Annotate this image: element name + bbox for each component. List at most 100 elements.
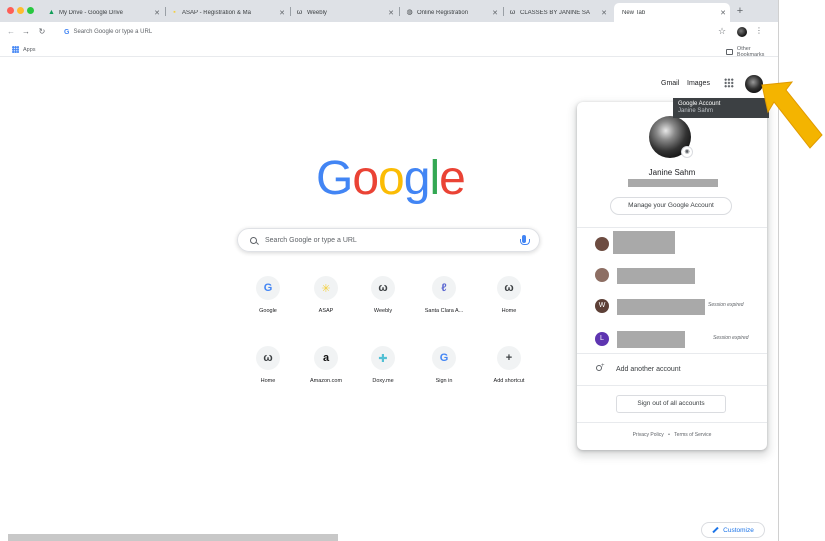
apps-bookmark[interactable]: Apps <box>12 46 36 53</box>
logo-letter: l <box>429 152 440 205</box>
apps-grid-icon <box>12 46 19 53</box>
redacted-email <box>628 179 718 187</box>
new-tab-button[interactable]: + <box>734 3 746 19</box>
manage-account-button[interactable]: Manage your Google Account <box>610 197 732 215</box>
logo-letter: G <box>316 152 353 205</box>
logo-letter: o <box>352 152 379 205</box>
tab-asap[interactable]: ▪ ASAP - Registration & Ma ✕ <box>167 3 289 22</box>
omnibox[interactable]: G Search Google or type a URL <box>64 25 724 39</box>
shortcut-tile[interactable]: ✳ ASAP <box>296 276 356 314</box>
weebly-icon: ω <box>296 9 303 16</box>
shortcut-favicon-icon: G <box>256 276 280 300</box>
session-status: Session expired <box>713 335 749 341</box>
camera-icon[interactable]: ◉ <box>681 146 693 158</box>
tab-weebly[interactable]: ω Weebly ✕ <box>292 3 398 22</box>
profile-avatar-icon[interactable] <box>737 27 747 37</box>
account-tooltip: Google Account Janine Sahm <box>673 98 769 118</box>
logo-letter: e <box>439 152 466 205</box>
customize-button[interactable]: Customize <box>701 522 765 538</box>
shortcut-favicon-icon: ω <box>497 276 521 300</box>
asap-icon: ▪ <box>173 9 176 16</box>
redacted-account-info <box>617 299 705 315</box>
shortcut-tile[interactable]: G Google <box>238 276 298 314</box>
account-avatar: W <box>595 299 609 313</box>
shortcut-favicon-icon: a <box>314 346 338 370</box>
account-avatar <box>595 237 609 251</box>
shortcut-label: Add shortcut <box>493 378 525 384</box>
google-drive-icon: ▲ <box>48 9 55 16</box>
shortcut-label: Amazon.com <box>309 378 343 384</box>
shortcut-favicon-icon: + <box>497 346 521 370</box>
logo-letter: g <box>403 152 431 205</box>
reload-icon[interactable]: ↻ <box>37 26 47 38</box>
search-box[interactable]: Search Google or type a URL <box>237 228 540 252</box>
images-link[interactable]: Images <box>687 80 710 87</box>
apps-launcher-icon[interactable] <box>724 78 734 88</box>
redacted-account-info <box>613 231 675 254</box>
account-panel: ◉ Janine Sahm Manage your Google Account… <box>577 102 767 450</box>
close-window-button[interactable] <box>7 7 14 14</box>
account-name: Janine Sahm <box>648 168 696 177</box>
minimize-window-button[interactable] <box>17 7 24 14</box>
shortcut-tile[interactable]: ✚ Doxy.me <box>353 346 413 384</box>
privacy-policy-link[interactable]: Privacy Policy <box>633 432 664 438</box>
shortcut-tile[interactable]: ω Home <box>238 346 298 384</box>
tab-classes[interactable]: ω CLASSES BY JANINE SA ✕ <box>505 3 611 22</box>
pencil-icon <box>712 526 719 534</box>
shortcut-label: Doxy.me <box>372 378 394 384</box>
google-logo: Google <box>316 152 466 205</box>
add-account-button[interactable]: Add another account <box>595 363 681 374</box>
shortcut-label: Sign in <box>435 378 453 384</box>
shortcut-tile[interactable]: + Add shortcut <box>479 346 539 384</box>
toolbar: ← → ↻ G Search Google or type a URL ☆ ⋮ <box>0 22 778 42</box>
tab-new-tab[interactable]: New Tab ✕ <box>614 3 730 22</box>
shortcut-label: Santa Clara A... <box>424 308 464 314</box>
tab-my-drive[interactable]: ▲ My Drive - Google Drive ✕ <box>44 3 164 22</box>
account-avatar <box>595 268 609 282</box>
back-arrow-icon[interactable]: ← <box>6 26 16 38</box>
session-status: Session expired <box>708 302 744 308</box>
microphone-icon[interactable] <box>520 235 530 245</box>
gmail-link[interactable]: Gmail <box>661 80 679 87</box>
shortcut-favicon-icon: ω <box>256 346 280 370</box>
logo-letter: o <box>378 152 405 205</box>
search-input[interactable]: Search Google or type a URL <box>265 237 357 244</box>
shortcut-label: Weebly <box>373 308 393 314</box>
close-icon[interactable]: ✕ <box>492 9 498 17</box>
other-bookmarks[interactable]: Other Bookmarks <box>726 46 778 58</box>
redacted-account-info <box>617 268 695 284</box>
redacted-account-info <box>617 331 685 348</box>
shortcut-favicon-icon: ✚ <box>371 346 395 370</box>
tab-strip: ▲ My Drive - Google Drive ✕ ▪ ASAP - Reg… <box>0 0 778 22</box>
close-icon[interactable]: ✕ <box>601 9 607 17</box>
close-icon[interactable]: ✕ <box>720 9 726 17</box>
account-avatar: L <box>595 332 609 346</box>
shortcut-favicon-icon: G <box>432 346 456 370</box>
folder-icon <box>726 49 733 55</box>
google-g-icon: G <box>64 28 70 36</box>
shortcut-favicon-icon: ✳ <box>314 276 338 300</box>
sign-out-button[interactable]: Sign out of all accounts <box>616 395 726 413</box>
menu-dots-icon[interactable]: ⋮ <box>755 26 763 35</box>
shortcut-tile[interactable]: ℓ Santa Clara A... <box>414 276 474 314</box>
shortcut-tile[interactable]: a Amazon.com <box>296 346 356 384</box>
status-bar <box>8 534 338 541</box>
shortcut-tile[interactable]: ω Weebly <box>353 276 413 314</box>
close-icon[interactable]: ✕ <box>388 9 394 17</box>
shortcut-tile[interactable]: ω Home <box>479 276 539 314</box>
maximize-window-button[interactable] <box>27 7 34 14</box>
shortcut-tile[interactable]: G Sign in <box>414 346 474 384</box>
forward-arrow-icon[interactable]: → <box>21 26 31 38</box>
tab-online-registration[interactable]: ◍ Online Registration ✕ <box>402 3 502 22</box>
close-icon[interactable]: ✕ <box>154 9 160 17</box>
globe-icon: ◍ <box>406 9 413 16</box>
bookmarks-bar: Apps Other Bookmarks <box>0 42 778 58</box>
shortcut-label: Google <box>259 308 277 314</box>
bookmark-star-icon[interactable]: ☆ <box>718 26 726 37</box>
browser-window: ▲ My Drive - Google Drive ✕ ▪ ASAP - Reg… <box>0 0 779 541</box>
close-icon[interactable]: ✕ <box>279 9 285 17</box>
shortcut-label: Home <box>501 308 517 314</box>
shortcut-label: ASAP <box>318 308 334 314</box>
annotation-arrow-icon <box>761 81 823 149</box>
terms-of-service-link[interactable]: Terms of Service <box>674 432 711 438</box>
